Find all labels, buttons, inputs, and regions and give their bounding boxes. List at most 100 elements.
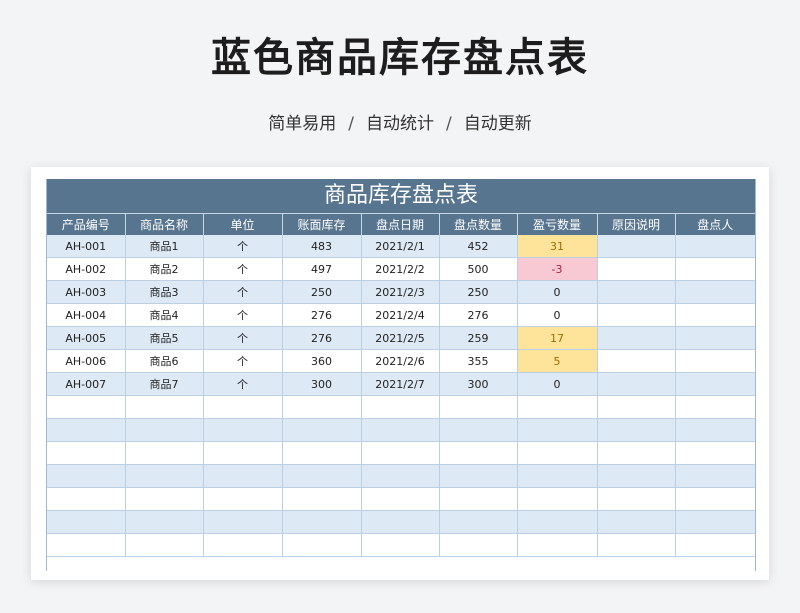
cell-book-stock[interactable]: 497 [282,257,362,281]
cell-reason[interactable] [597,303,676,327]
cell-unit[interactable]: 个 [203,257,283,281]
cell-count-date[interactable] [361,533,440,557]
cell-unit[interactable]: 个 [203,372,283,396]
cell-unit[interactable] [203,487,283,511]
cell-book-stock[interactable]: 483 [282,235,362,258]
cell-unit[interactable]: 个 [203,326,283,350]
cell-count-date[interactable]: 2021/2/1 [361,235,440,258]
cell-count-qty[interactable]: 300 [439,372,518,396]
cell-book-stock[interactable] [282,533,362,557]
cell-variance[interactable] [517,418,598,442]
cell-book-stock[interactable] [282,487,362,511]
cell-variance[interactable] [517,487,598,511]
cell-product-name[interactable]: 商品3 [125,280,204,304]
header-reason[interactable]: 原因说明 [597,213,676,235]
cell-product-name[interactable]: 商品1 [125,235,204,258]
cell-product-name[interactable] [125,487,204,511]
cell-counter[interactable] [675,464,755,488]
cell-product-id[interactable]: AH-005 [47,326,126,350]
cell-reason[interactable] [597,533,676,557]
cell-reason[interactable] [597,280,676,304]
cell-count-qty[interactable]: 250 [439,280,518,304]
cell-unit[interactable]: 个 [203,303,283,327]
cell-product-name[interactable] [125,510,204,534]
cell-counter[interactable] [675,441,755,465]
cell-variance[interactable]: 0 [517,280,598,304]
cell-counter[interactable] [675,326,755,350]
cell-book-stock[interactable] [282,464,362,488]
header-counter[interactable]: 盘点人 [675,213,755,235]
cell-counter[interactable] [675,395,755,419]
cell-book-stock[interactable] [282,395,362,419]
cell-counter[interactable] [675,349,755,373]
cell-reason[interactable] [597,372,676,396]
cell-product-id[interactable]: AH-003 [47,280,126,304]
cell-product-id[interactable] [47,464,126,488]
cell-counter[interactable] [675,257,755,281]
cell-reason[interactable] [597,349,676,373]
cell-reason[interactable] [597,510,676,534]
cell-count-date[interactable] [361,441,440,465]
cell-book-stock[interactable] [282,418,362,442]
cell-product-id[interactable]: AH-002 [47,257,126,281]
cell-count-qty[interactable] [439,487,518,511]
cell-reason[interactable] [597,441,676,465]
cell-variance[interactable]: -3 [517,257,598,281]
cell-variance[interactable]: 5 [517,349,598,373]
cell-product-id[interactable] [47,395,126,419]
cell-unit[interactable] [203,441,283,465]
cell-counter[interactable] [675,487,755,511]
cell-reason[interactable] [597,257,676,281]
cell-count-date[interactable]: 2021/2/4 [361,303,440,327]
cell-count-date[interactable] [361,418,440,442]
cell-count-date[interactable]: 2021/2/6 [361,349,440,373]
cell-product-id[interactable]: AH-007 [47,372,126,396]
cell-count-date[interactable]: 2021/2/5 [361,326,440,350]
cell-count-date[interactable]: 2021/2/2 [361,257,440,281]
header-product-name[interactable]: 商品名称 [125,213,204,235]
cell-count-qty[interactable]: 355 [439,349,518,373]
header-product-id[interactable]: 产品编号 [47,213,126,235]
cell-count-date[interactable] [361,510,440,534]
cell-book-stock[interactable] [282,510,362,534]
cell-reason[interactable] [597,487,676,511]
cell-reason[interactable] [597,418,676,442]
cell-counter[interactable] [675,533,755,557]
cell-product-id[interactable]: AH-006 [47,349,126,373]
header-count-qty[interactable]: 盘点数量 [439,213,518,235]
cell-product-name[interactable] [125,395,204,419]
cell-count-date[interactable] [361,395,440,419]
cell-counter[interactable] [675,280,755,304]
cell-product-name[interactable]: 商品4 [125,303,204,327]
cell-unit[interactable] [203,533,283,557]
cell-book-stock[interactable]: 360 [282,349,362,373]
header-variance[interactable]: 盈亏数量 [517,213,598,235]
cell-count-qty[interactable] [439,418,518,442]
cell-variance[interactable]: 0 [517,372,598,396]
cell-unit[interactable]: 个 [203,235,283,258]
cell-book-stock[interactable]: 300 [282,372,362,396]
cell-product-name[interactable] [125,441,204,465]
cell-book-stock[interactable]: 276 [282,326,362,350]
cell-reason[interactable] [597,326,676,350]
cell-product-name[interactable]: 商品7 [125,372,204,396]
cell-product-id[interactable]: AH-001 [47,235,126,258]
cell-count-qty[interactable] [439,395,518,419]
cell-count-qty[interactable] [439,464,518,488]
cell-product-id[interactable] [47,418,126,442]
cell-counter[interactable] [675,372,755,396]
header-book-stock[interactable]: 账面库存 [282,213,362,235]
cell-count-date[interactable]: 2021/2/3 [361,280,440,304]
cell-counter[interactable] [675,235,755,258]
cell-book-stock[interactable]: 250 [282,280,362,304]
cell-count-qty[interactable] [439,533,518,557]
header-count-date[interactable]: 盘点日期 [361,213,440,235]
cell-count-date[interactable] [361,464,440,488]
cell-product-name[interactable] [125,464,204,488]
cell-count-date[interactable]: 2021/2/7 [361,372,440,396]
cell-count-date[interactable] [361,487,440,511]
cell-product-id[interactable]: AH-004 [47,303,126,327]
cell-product-name[interactable] [125,418,204,442]
cell-reason[interactable] [597,395,676,419]
cell-product-name[interactable]: 商品6 [125,349,204,373]
